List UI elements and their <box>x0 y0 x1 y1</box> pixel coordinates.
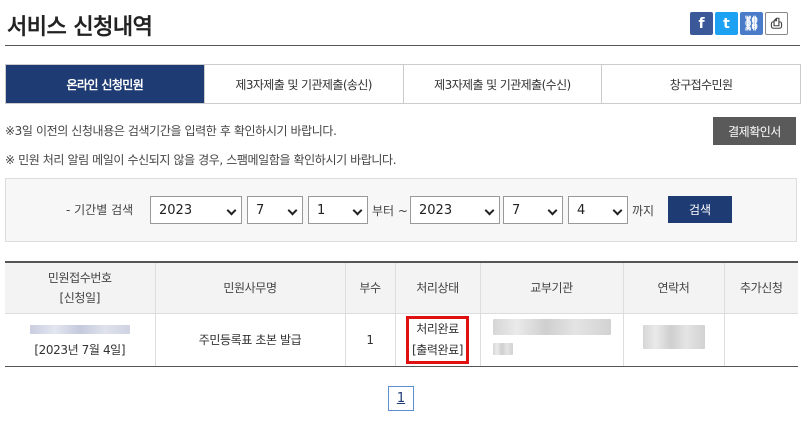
table-header-row: 민원접수번호 [신청일] 민원사무명 부수 처리상태 교부기관 연락처 추가신청 <box>5 261 798 314</box>
tab-counter-applications[interactable]: 창구접수민원 <box>602 65 800 103</box>
cell-status: 처리완료 [출력완료] <box>395 313 481 367</box>
receipt-date: [2023년 7월 4일] <box>34 342 126 357</box>
page-title: 서비스 신청내역 <box>7 15 153 40</box>
cell-copies: 1 <box>345 313 396 367</box>
cell-receipt: [2023년 7월 4일] <box>5 313 156 367</box>
tab-third-party-sent[interactable]: 제3자제출 및 기관제출(송신) <box>204 65 404 103</box>
to-month-select[interactable]: 7 <box>503 196 563 224</box>
col-service-name: 민원사무명 <box>155 261 346 314</box>
payment-confirmation-button[interactable]: 결제확인서 <box>713 117 796 145</box>
col-receipt-no: 민원접수번호 [신청일] <box>5 261 156 314</box>
from-year-select[interactable]: 2023 <box>150 196 242 224</box>
application-table: 민원접수번호 [신청일] 민원사무명 부수 처리상태 교부기관 연락처 추가신청 … <box>5 261 798 367</box>
col-contact: 연락처 <box>623 261 725 314</box>
period-search-panel: - 기간별 검색 2023 7 1 부터 ~ 2023 7 4 까지 검색 <box>5 178 797 242</box>
table-row: [2023년 7월 4일] 주민등록표 초본 발급 1 처리완료 [출력완료] <box>5 313 798 367</box>
notice-search-period: ※3일 이전의 신청내용은 검색기간을 입력한 후 확인하시기 바랍니다. <box>5 124 337 138</box>
col-extra-application: 추가신청 <box>724 261 798 314</box>
page-header: 서비스 신청내역 f t ⛓ ⎙ <box>5 0 800 46</box>
search-button[interactable]: 검색 <box>668 196 732 223</box>
search-label: - 기간별 검색 <box>66 203 134 217</box>
redacted-receipt-number <box>29 324 130 334</box>
cell-service-name[interactable]: 주민등록표 초본 발급 <box>155 313 346 367</box>
from-day-select[interactable]: 1 <box>308 196 368 224</box>
twitter-icon[interactable]: t <box>715 12 738 35</box>
tab-third-party-received[interactable]: 제3자제출 및 기관제출(수신) <box>403 65 603 103</box>
redacted-contact <box>642 324 705 349</box>
col-status: 처리상태 <box>395 261 481 314</box>
service-tabs: 온라인 신청민원 제3자제출 및 기관제출(송신) 제3자제출 및 기관제출(수… <box>5 64 801 104</box>
cell-contact <box>623 313 725 367</box>
from-month-select[interactable]: 7 <box>247 196 303 224</box>
col-agency: 교부기관 <box>480 261 624 314</box>
redacted-agency <box>492 318 611 335</box>
link-icon[interactable]: ⛓ <box>740 12 763 35</box>
facebook-icon[interactable]: f <box>690 12 713 35</box>
tab-online-applications[interactable]: 온라인 신청민원 <box>6 65 205 103</box>
from-text: 부터 ~ <box>372 204 408 218</box>
print-icon[interactable]: ⎙ <box>765 12 788 35</box>
to-year-select[interactable]: 2023 <box>410 196 500 224</box>
to-day-select[interactable]: 4 <box>568 196 628 224</box>
notice-spam-mail: ※ 민원 처리 알림 메일이 수신되지 않을 경우, 스팸메일함을 확인하시기 … <box>5 153 397 167</box>
cell-extra-application <box>724 313 798 367</box>
share-buttons: f t ⛓ ⎙ <box>690 12 788 35</box>
to-text: 까지 <box>632 204 655 218</box>
pagination-page-1[interactable]: 1 <box>388 386 414 411</box>
col-copies: 부수 <box>345 261 396 314</box>
cell-agency <box>480 313 624 367</box>
redacted-agency-line2 <box>492 342 513 355</box>
status-badge[interactable]: 처리완료 [출력완료] <box>405 315 470 364</box>
